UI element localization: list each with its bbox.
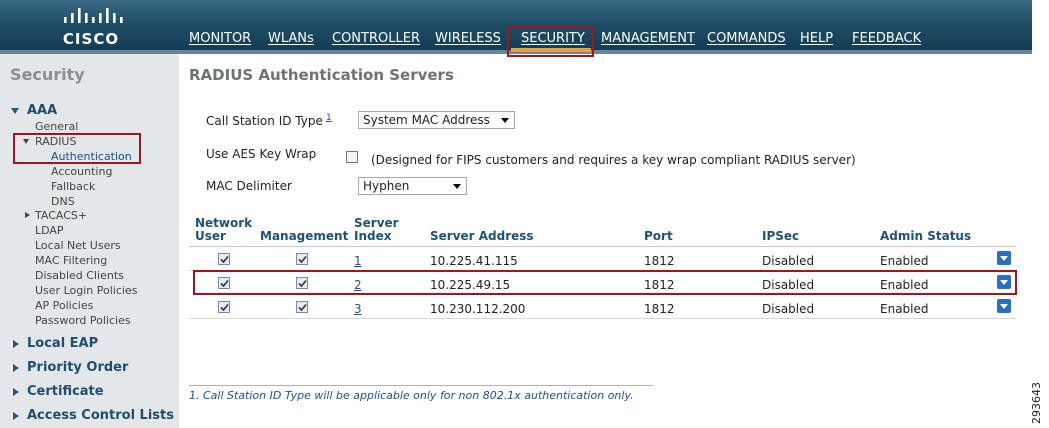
sidebar-item-tacacs[interactable]: TACACS+ (35, 209, 87, 222)
port-cell: 1812 (644, 302, 675, 316)
server-address-cell: 10.230.112.200 (430, 302, 526, 316)
page-title: RADIUS Authentication Servers (189, 66, 454, 84)
nav-wireless[interactable]: WIRELESS (435, 31, 501, 46)
mac-delimiter-select[interactable]: Hyphen (358, 177, 467, 195)
sidebar-item-access-control-lists[interactable]: Access Control Lists (27, 408, 174, 423)
row-menu-dropdown[interactable] (997, 251, 1011, 265)
expanded-triangle-icon[interactable] (11, 108, 19, 114)
sidebar-item-disabled-clients[interactable]: Disabled Clients (35, 269, 124, 282)
checkmark-icon (220, 255, 229, 264)
cisco-bridge-icon (64, 8, 123, 23)
collapsed-triangle-icon[interactable] (13, 340, 19, 348)
server-index-link[interactable]: 3 (354, 302, 362, 316)
column-header-server-index: Server Index (354, 217, 399, 243)
chevron-down-icon (453, 184, 461, 189)
admin-status-cell: Enabled (880, 302, 929, 316)
nav-help[interactable]: HELP (800, 31, 833, 46)
sidebar-item-mac-filtering[interactable]: MAC Filtering (35, 254, 107, 267)
sidebar-item-accounting[interactable]: Accounting (51, 165, 112, 178)
port-cell: 1812 (644, 254, 675, 268)
collapsed-triangle-icon[interactable] (13, 412, 19, 420)
column-header-network-user-line2: User (195, 229, 226, 243)
table-header-divider (189, 246, 1016, 247)
column-header-network-user: Network User (195, 217, 252, 243)
column-header-server-index-line2: Index (354, 229, 392, 243)
sidebar-item-general[interactable]: General (35, 120, 78, 133)
row-menu-dropdown[interactable] (997, 299, 1011, 313)
sidebar-item-fallback[interactable]: Fallback (51, 180, 95, 193)
nav-wlans[interactable]: WLANs (268, 31, 314, 46)
server-address-cell: 10.225.41.115 (430, 254, 518, 268)
server-index-link[interactable]: 1 (354, 254, 362, 268)
management-checkbox[interactable] (296, 301, 308, 313)
call-station-id-value: System MAC Address (363, 113, 490, 127)
sidebar-title: Security (10, 65, 85, 84)
footnote-reference-link[interactable]: 1 (326, 113, 332, 123)
nav-monitor[interactable]: MONITOR (189, 31, 251, 46)
sidebar-item-aaa[interactable]: AAA (27, 103, 57, 118)
call-station-id-select[interactable]: System MAC Address (358, 111, 515, 129)
figure-number: 293643 (1030, 382, 1043, 424)
mac-delimiter-label: MAC Delimiter (206, 179, 292, 193)
checkmark-icon (220, 303, 229, 312)
server-row-highlight-box (193, 270, 1017, 295)
ipsec-cell: Disabled (762, 302, 815, 316)
aes-key-wrap-checkbox[interactable] (346, 151, 358, 163)
footnote-divider (189, 385, 653, 386)
sidebar-item-local-eap[interactable]: Local EAP (27, 336, 98, 351)
security-tab-highlight-box (507, 26, 594, 57)
network-user-checkbox[interactable] (218, 253, 230, 265)
sidebar-item-priority-order[interactable]: Priority Order (27, 360, 128, 375)
collapsed-triangle-icon[interactable] (13, 388, 19, 396)
call-station-id-label: Call Station ID Type (206, 114, 323, 128)
checkmark-icon (298, 303, 307, 312)
column-header-ipsec: IPSec (762, 229, 800, 243)
column-header-management: Management (260, 229, 349, 243)
chevron-down-icon (1000, 304, 1008, 309)
row-divider (189, 318, 1016, 319)
collapsed-triangle-icon[interactable] (13, 364, 19, 372)
cisco-logo-text: CISCO (62, 30, 120, 48)
cisco-logo: CISCO (57, 6, 127, 48)
column-header-port: Port (644, 229, 673, 243)
sidebar-item-ldap[interactable]: LDAP (35, 224, 64, 237)
aes-key-wrap-label: Use AES Key Wrap (206, 147, 317, 161)
sidebar-item-local-net-users[interactable]: Local Net Users (35, 239, 121, 252)
management-checkbox[interactable] (296, 253, 308, 265)
ipsec-cell: Disabled (762, 254, 815, 268)
sidebar-item-user-login-policies[interactable]: User Login Policies (35, 284, 137, 297)
mac-delimiter-value: Hyphen (363, 179, 410, 193)
radius-highlight-box (13, 133, 141, 164)
network-user-checkbox[interactable] (218, 301, 230, 313)
checkmark-icon (298, 255, 307, 264)
column-header-server-address: Server Address (430, 229, 534, 243)
chevron-down-icon (1000, 256, 1008, 261)
chevron-down-icon (501, 118, 509, 123)
sidebar-item-certificate[interactable]: Certificate (27, 384, 104, 399)
column-header-admin-status: Admin Status (880, 229, 972, 243)
nav-feedback[interactable]: FEEDBACK (852, 31, 921, 46)
nav-controller[interactable]: CONTROLLER (332, 31, 420, 46)
nav-management[interactable]: MANAGEMENT (601, 31, 695, 46)
aes-key-wrap-note: (Designed for FIPS customers and require… (371, 153, 856, 167)
nav-commands[interactable]: COMMANDS (707, 31, 786, 46)
admin-status-cell: Enabled (880, 254, 929, 268)
sidebar-item-password-policies[interactable]: Password Policies (35, 314, 131, 327)
sidebar-item-dns[interactable]: DNS (51, 195, 75, 208)
sidebar-item-ap-policies[interactable]: AP Policies (35, 299, 93, 312)
footnote-text: 1. Call Station ID Type will be applicab… (189, 389, 634, 402)
collapsed-triangle-icon[interactable] (25, 212, 30, 218)
